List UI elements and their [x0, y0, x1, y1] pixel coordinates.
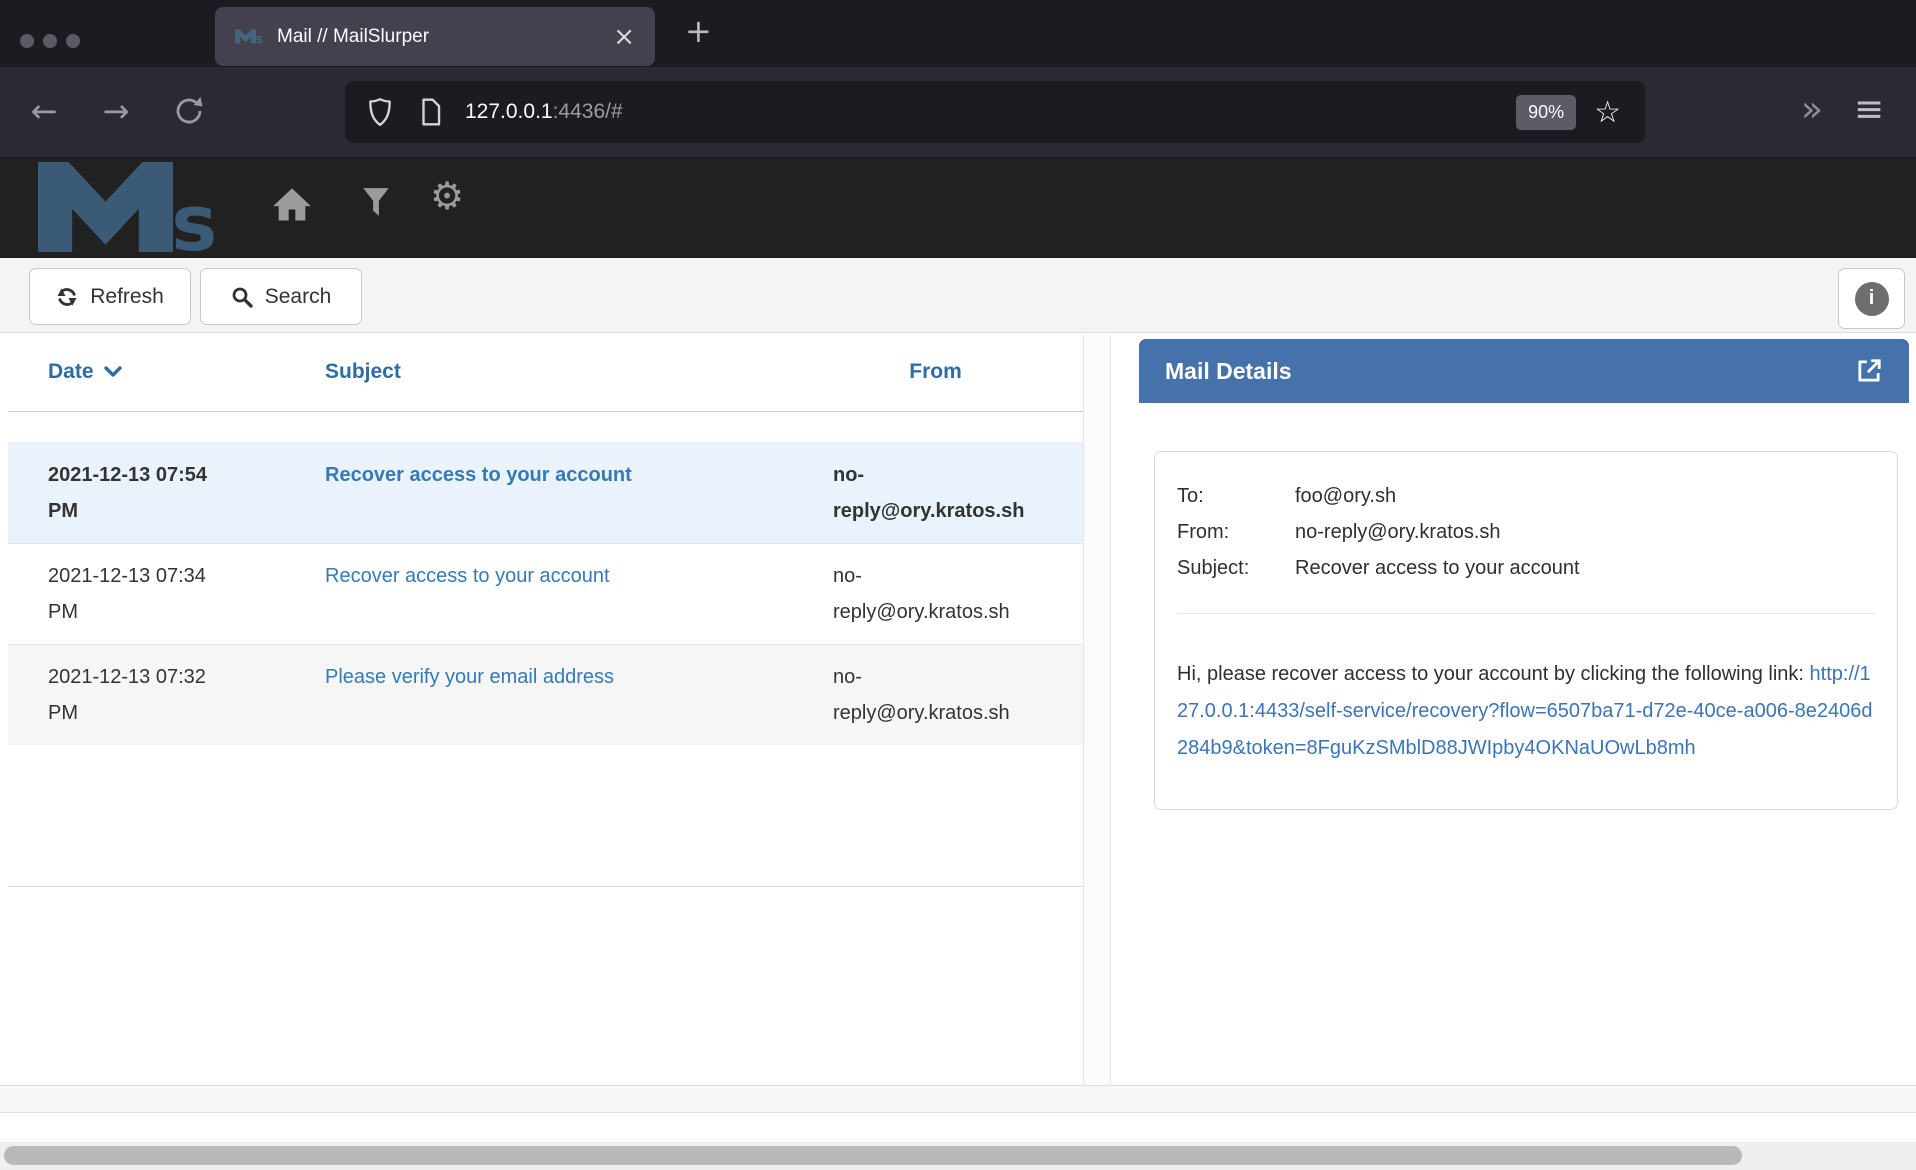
search-icon	[231, 286, 253, 308]
window-dot-icon[interactable]	[20, 34, 34, 48]
info-button[interactable]: i	[1838, 268, 1905, 329]
refresh-button[interactable]: Refresh	[29, 268, 191, 325]
mail-details-header: Mail Details	[1139, 339, 1909, 403]
main-content: Date Subject From 2021-12-13 07:54 PM Re…	[0, 333, 1916, 1086]
footer-strip	[0, 1085, 1916, 1113]
page-info-icon[interactable]	[419, 97, 443, 127]
home-icon[interactable]	[272, 187, 312, 228]
settings-gear-icon[interactable]: ⚙	[430, 177, 464, 215]
mail-from: no- reply@ory.kratos.sh	[833, 443, 1083, 543]
from-value: no-reply@ory.kratos.sh	[1295, 514, 1875, 550]
mail-from: no- reply@ory.kratos.sh	[833, 544, 1083, 644]
url-host: 127.0.0.1	[465, 100, 553, 123]
mail-details-title: Mail Details	[1165, 358, 1292, 385]
to-label: To:	[1177, 478, 1295, 514]
site-header: s ⚙	[0, 157, 1916, 258]
browser-tab-strip: s Mail // MailSlurper × +	[0, 0, 1916, 67]
mail-detail-card: To: foo@ory.sh From: no-reply@ory.kratos…	[1154, 451, 1898, 810]
search-label: Search	[265, 285, 332, 309]
forward-button[interactable]: →	[92, 67, 140, 157]
url-text: 127.0.0.1:4436/#	[465, 100, 623, 124]
open-external-icon[interactable]	[1855, 357, 1883, 385]
mail-subject-link[interactable]: Please verify your email address	[325, 666, 614, 688]
mail-row-selected[interactable]: 2021-12-13 07:54 PM Recover access to yo…	[8, 442, 1083, 543]
hamburger-menu-icon[interactable]: ≡	[1841, 67, 1897, 157]
browser-tab[interactable]: s Mail // MailSlurper ×	[215, 7, 655, 66]
sort-chevron-down-icon	[104, 366, 122, 378]
shield-icon[interactable]	[367, 97, 393, 127]
mail-list-panel: Date Subject From 2021-12-13 07:54 PM Re…	[8, 333, 1083, 887]
info-icon: i	[1855, 282, 1889, 316]
back-button[interactable]: ←	[20, 67, 68, 157]
window-dot-icon[interactable]	[66, 34, 80, 48]
card-divider	[1177, 613, 1875, 614]
svg-text:s: s	[256, 32, 263, 44]
column-header-from[interactable]: From	[833, 360, 1083, 384]
date-header-label: Date	[48, 360, 94, 384]
mail-date: 2021-12-13 07:54 PM	[8, 443, 248, 543]
screen: s Mail // MailSlurper × + ← → 127.0.0.1:…	[0, 0, 1916, 1170]
mail-list-header: Date Subject From	[8, 333, 1083, 412]
mail-list-body: 2021-12-13 07:54 PM Recover access to yo…	[8, 442, 1083, 745]
column-header-date[interactable]: Date	[8, 360, 248, 384]
refresh-label: Refresh	[90, 285, 164, 309]
toolbar-overflow-icon[interactable]: »	[1782, 67, 1838, 157]
reload-button[interactable]	[165, 67, 213, 157]
mail-date: 2021-12-13 07:32 PM	[8, 645, 248, 745]
reload-icon	[171, 93, 207, 129]
window-controls[interactable]	[20, 34, 80, 48]
zoom-level-badge[interactable]: 90%	[1516, 95, 1576, 130]
mail-row[interactable]: 2021-12-13 07:32 PM Please verify your e…	[8, 644, 1083, 745]
url-bar[interactable]: 127.0.0.1:4436/# 90% ☆	[345, 81, 1645, 143]
scrollbar-thumb[interactable]	[4, 1146, 1742, 1165]
search-button[interactable]: Search	[200, 268, 362, 325]
to-value: foo@ory.sh	[1295, 478, 1875, 514]
action-bar: Refresh Search i	[0, 258, 1916, 333]
refresh-icon	[56, 286, 78, 308]
tab-close-icon[interactable]: ×	[613, 24, 635, 50]
url-path: :4436/#	[553, 100, 623, 123]
from-label: From:	[1177, 514, 1295, 550]
browser-navbar: ← → 127.0.0.1:4436/# 90% ☆ » ≡	[0, 67, 1916, 157]
window-dot-icon[interactable]	[43, 34, 57, 48]
mailslurper-logo: s	[30, 162, 226, 252]
subject-label: Subject:	[1177, 550, 1295, 586]
mail-subject-link[interactable]: Recover access to your account	[325, 565, 610, 587]
filter-icon[interactable]	[362, 187, 390, 222]
horizontal-scrollbar[interactable]	[0, 1142, 1916, 1170]
logo-letter-s: s	[171, 179, 217, 252]
mail-from: no- reply@ory.kratos.sh	[833, 645, 1083, 745]
mail-body-text: Hi, please recover access to your accoun…	[1177, 663, 1810, 685]
subject-value: Recover access to your account	[1295, 550, 1875, 586]
new-tab-button[interactable]: +	[685, 12, 712, 50]
tab-title: Mail // MailSlurper	[277, 26, 429, 48]
mail-subject-link[interactable]: Recover access to your account	[325, 464, 632, 486]
mail-row[interactable]: 2021-12-13 07:34 PM Recover access to yo…	[8, 543, 1083, 644]
bookmark-star-icon[interactable]: ☆	[1594, 95, 1621, 130]
mail-date: 2021-12-13 07:34 PM	[8, 544, 248, 644]
mail-body: Hi, please recover access to your accoun…	[1177, 656, 1875, 767]
column-header-subject[interactable]: Subject	[248, 360, 833, 384]
mailslurper-favicon-icon: s	[235, 29, 263, 44]
panel-divider	[1083, 335, 1111, 1085]
